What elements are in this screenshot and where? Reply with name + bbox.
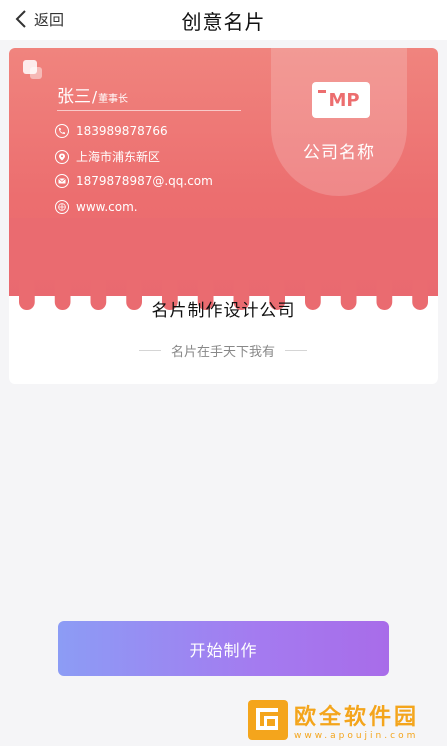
divider bbox=[57, 110, 241, 111]
corner-decoration bbox=[23, 60, 37, 74]
phone-number: 183989878766 bbox=[76, 124, 168, 138]
person-title: 张三 / 董事长 bbox=[57, 82, 128, 107]
divider bbox=[285, 349, 307, 351]
slogan-text: 名片在手天下我有 bbox=[170, 344, 275, 360]
location-icon bbox=[55, 149, 69, 164]
logo-arch bbox=[271, 48, 407, 196]
person-role: 董事长 bbox=[98, 94, 129, 105]
website-row: www.com. bbox=[55, 200, 138, 214]
logo-text: MP bbox=[328, 89, 360, 111]
company-logo: MP bbox=[312, 82, 370, 118]
globe-icon bbox=[55, 200, 69, 214]
mail-icon bbox=[55, 174, 69, 188]
card-title: 名片制作设计公司 bbox=[151, 301, 296, 321]
page-title: 创意名片 bbox=[181, 10, 266, 34]
address: 上海市浦东新区 bbox=[76, 150, 161, 164]
company-name: 公司名称 bbox=[303, 143, 375, 163]
divider bbox=[138, 349, 161, 351]
business-card-preview[interactable]: MP 公司名称 张三 / 董事长 183989878766 上海市浦东新区 18… bbox=[9, 48, 438, 384]
email-row: 1879878987@.qq.com bbox=[55, 174, 213, 188]
watermark-url: www.apoujin.com bbox=[294, 731, 419, 741]
slogan: 名片在手天下我有 bbox=[129, 341, 317, 360]
nav-bar: 返回 创意名片 bbox=[0, 0, 447, 40]
phone-icon bbox=[55, 124, 69, 138]
watermark-logo-icon bbox=[248, 700, 288, 740]
person-slash: / bbox=[92, 88, 98, 106]
address-row: 上海市浦东新区 bbox=[55, 148, 160, 165]
person-name: 张三 bbox=[57, 87, 91, 107]
watermark: 欧全软件园 www.apoujin.com bbox=[248, 694, 447, 746]
email: 1879878987@.qq.com bbox=[76, 174, 213, 188]
phone-row: 183989878766 bbox=[55, 124, 168, 138]
watermark-title: 欧全软件园 bbox=[294, 705, 420, 730]
start-button[interactable]: 开始制作 bbox=[58, 621, 389, 676]
website: www.com. bbox=[76, 200, 138, 214]
